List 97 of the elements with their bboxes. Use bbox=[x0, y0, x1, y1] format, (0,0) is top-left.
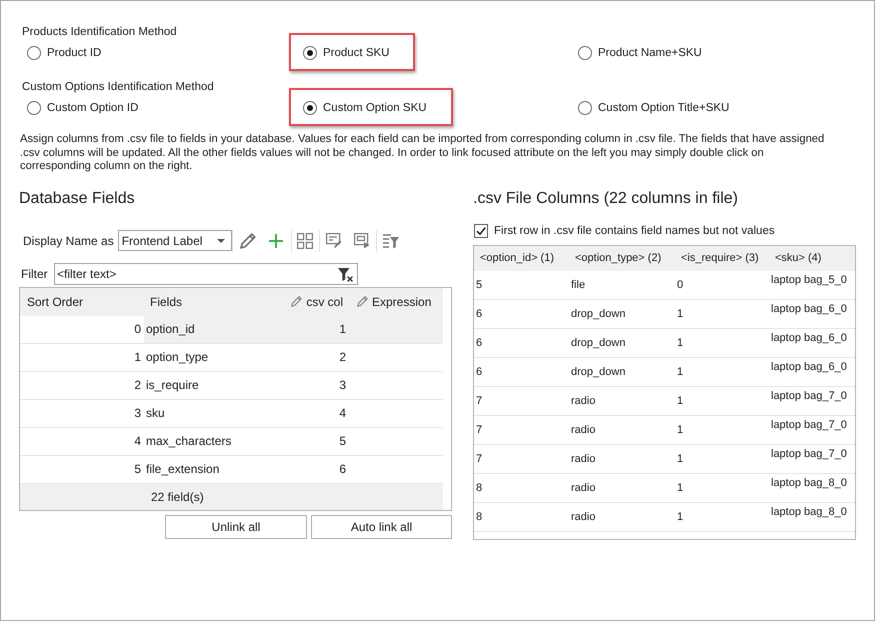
checkbox[interactable] bbox=[474, 224, 488, 238]
display-name-label: Display Name as bbox=[23, 234, 114, 248]
column-header: csv col bbox=[306, 294, 343, 308]
grid-cell-text: radio bbox=[570, 452, 596, 464]
table-cell: 0 bbox=[20, 316, 144, 342]
filter-clear-icon[interactable] bbox=[338, 268, 353, 282]
grid-cell-text: 1 bbox=[676, 308, 684, 320]
column-header: Fields bbox=[150, 294, 182, 308]
column-header: <sku> (4) bbox=[774, 252, 822, 264]
filter-list-icon[interactable] bbox=[382, 232, 399, 248]
grid-cell-text: 1 bbox=[676, 366, 684, 378]
table-play-icon[interactable] bbox=[354, 232, 370, 248]
table-cell-text: option_type bbox=[145, 350, 210, 364]
table-row[interactable]: 2 is_require 3 bbox=[20, 372, 443, 400]
grid-cell-text: file bbox=[570, 278, 586, 290]
radio-option[interactable]: Custom Option Title+SKU bbox=[578, 101, 730, 115]
table-cell-text: 1 bbox=[338, 322, 347, 336]
grid-cell-text: laptop bag_8_0 bbox=[770, 504, 848, 518]
table-row[interactable]: 4 max_characters 5 bbox=[20, 428, 443, 456]
grid-cell-text: laptop bag_6_0 bbox=[770, 302, 848, 314]
table-cell-text: is_require bbox=[145, 378, 200, 392]
radio-button[interactable] bbox=[27, 101, 41, 115]
instructions-text: Assign columns from .csv file to fields in your database. Values for each field can be imported from corresponding column in .csv file. The fields that have assigned .csv columns will be updated. All the other fields values will not be changed. In order to link focused attribute on the left you may simply double click on corresponding column on the right. bbox=[20, 133, 826, 174]
unlink-all-button[interactable]: Unlink all bbox=[165, 514, 307, 538]
grid-cell-text: radio bbox=[570, 424, 596, 436]
table-row[interactable]: 5 file_extension 6 bbox=[20, 456, 443, 484]
grid-cell-text: laptop bag_5_0 bbox=[770, 272, 848, 286]
panel-title: .csv File Columns (22 columns in file) bbox=[473, 188, 738, 208]
table-row[interactable]: 3 sku 4 bbox=[20, 400, 443, 428]
grid-cell-text: 8 bbox=[475, 482, 484, 494]
radio-button[interactable] bbox=[303, 101, 317, 115]
grid-cell-text: laptop bag_6_0 bbox=[770, 360, 848, 372]
grid-cell-text: laptop bag_7_0 bbox=[770, 388, 848, 402]
table-cell-text: 4 bbox=[338, 406, 347, 420]
grid-cell-text: radio bbox=[570, 510, 596, 522]
grid-cell-text: 1 bbox=[676, 336, 684, 348]
radio-option[interactable]: Custom Option SKU bbox=[303, 101, 427, 115]
column-header: <is_require> (3) bbox=[680, 252, 760, 264]
grid-cell-text: 6 bbox=[475, 308, 484, 320]
grid-cell-text: 1 bbox=[676, 424, 684, 436]
grid-cell-text: 1 bbox=[676, 394, 684, 406]
grid-cell-text: 1 bbox=[676, 452, 684, 464]
radio-button[interactable] bbox=[27, 46, 41, 60]
plus-icon[interactable] bbox=[268, 234, 283, 248]
grid-cell-text: 5 bbox=[475, 278, 484, 290]
filter-field[interactable]: <filter text> bbox=[54, 262, 358, 284]
grid-cell-text: laptop bag_6_0 bbox=[770, 330, 848, 344]
table-cell-text: sku bbox=[145, 406, 166, 420]
auto-link-button[interactable]: Auto link all bbox=[311, 514, 452, 538]
table-cell-text: 6 bbox=[338, 462, 347, 476]
group-label: Custom Options Identification Method bbox=[22, 80, 214, 94]
grid-cell-text: 1 bbox=[676, 510, 684, 522]
grid-cell-text: 7 bbox=[475, 394, 484, 406]
column-header: <option_id> (1) bbox=[479, 252, 555, 264]
header-row-option[interactable]: First row in .csv file contains field names but not values bbox=[474, 224, 775, 238]
grid-cell-text: drop_down bbox=[570, 366, 626, 378]
column-header: Sort Order bbox=[27, 294, 84, 308]
grid-cell-text: 1 bbox=[676, 482, 684, 494]
table-cell-text: 3 bbox=[338, 378, 347, 392]
grid-icon[interactable] bbox=[296, 232, 313, 248]
grid-cell-text: drop_down bbox=[570, 308, 626, 320]
radio-button[interactable] bbox=[303, 46, 317, 60]
table-edit-icon[interactable] bbox=[326, 232, 342, 248]
grid-cell-text: laptop bag_7_0 bbox=[770, 418, 848, 430]
grid-cell-text: 7 bbox=[475, 452, 484, 464]
pencil-icon[interactable] bbox=[240, 232, 256, 248]
grid-cell-text: 6 bbox=[475, 336, 484, 348]
filter-label: Filter bbox=[21, 266, 49, 280]
table-cell-text: max_characters bbox=[145, 434, 232, 448]
grid-cell-text: 6 bbox=[475, 366, 484, 378]
table-cell-text: 5 bbox=[338, 434, 347, 448]
grid-cell-text: laptop bag_8_0 bbox=[770, 476, 848, 488]
grid-cell-text: laptop bag_7_0 bbox=[770, 446, 848, 460]
column-header: Expression bbox=[372, 294, 432, 308]
field-count: 22 field(s) bbox=[151, 490, 204, 504]
grid-cell-text: radio bbox=[570, 482, 596, 494]
column-header: <option_type> (2) bbox=[574, 252, 662, 264]
grid-cell-text: 7 bbox=[475, 424, 484, 436]
radio-option[interactable]: Product ID bbox=[27, 46, 102, 60]
table-cell-text: file_extension bbox=[145, 462, 220, 476]
radio-option[interactable]: Custom Option ID bbox=[27, 101, 138, 115]
radio-button[interactable] bbox=[578, 46, 592, 60]
table-row[interactable]: 1 option_type 2 bbox=[20, 344, 443, 372]
radio-button[interactable] bbox=[578, 101, 592, 115]
grid-cell-text: 0 bbox=[676, 278, 684, 290]
caret-icon bbox=[216, 238, 225, 242]
grid-cell-text: drop_down bbox=[570, 336, 626, 348]
grid-cell-text: radio bbox=[570, 394, 596, 406]
display-name-dropdown[interactable]: Frontend Label bbox=[118, 230, 232, 251]
table-row[interactable]: 0 option_id 1 bbox=[20, 316, 443, 344]
group-label: Products Identification Method bbox=[22, 25, 177, 39]
table-cell-text: 2 bbox=[338, 350, 347, 364]
table-cell-text: option_id bbox=[145, 322, 196, 336]
radio-option[interactable]: Product Name+SKU bbox=[578, 46, 702, 60]
grid-cell-text: 8 bbox=[475, 510, 484, 522]
radio-option[interactable]: Product SKU bbox=[303, 46, 390, 60]
panel-title: Database Fields bbox=[19, 188, 135, 208]
